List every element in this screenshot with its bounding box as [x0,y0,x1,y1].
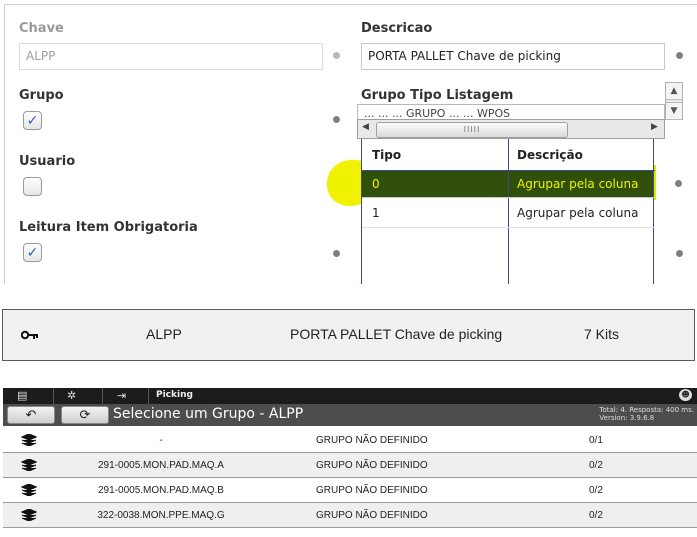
grid-header-descricao[interactable]: Descrição [517,148,583,162]
list-item[interactable]: - GRUPO NÃO DEFINIDO 0/1 [3,428,697,453]
record-row[interactable]: ALPP PORTA PALLET Chave de picking 7 Kit… [2,309,695,361]
user-icon[interactable]: ☻ [679,389,692,401]
grid-header-tipo[interactable]: Tipo [372,148,401,162]
list-item[interactable]: 322-0038.MON.PPE.MAQ.G GRUPO NÃO DEFINID… [3,503,697,528]
item-group: GRUPO NÃO DEFINIDO [316,460,428,471]
item-code: 291-0005.MON.PAD.MAQ.A [98,460,224,471]
horizontal-scrollbar[interactable]: ◀ IIIII ▶ [357,119,665,139]
refresh-icon: ⟳ [79,408,91,423]
item-count: 0/2 [589,510,603,521]
status-total: Total: 4. Resposta: 400 ms. [599,406,694,414]
list-item[interactable]: 291-0005.MON.PAD.MAQ.A GRUPO NÃO DEFINID… [3,453,697,478]
back-button[interactable]: ↶ [7,406,55,424]
grid-row-divider [362,197,655,198]
vertical-scrollbar[interactable]: ▲ ▼ [665,82,683,120]
layers-icon [21,509,37,521]
usuario-checkbox[interactable] [23,177,42,196]
item-code: - [159,435,163,446]
descricao-field[interactable]: PORTA PALLET Chave de picking [361,43,665,70]
descricao-label: Descricao [361,21,433,36]
app-topbar: ▤ ✲ ⇥ Picking ☻ [3,388,697,404]
picking-app: ▤ ✲ ⇥ Picking ☻ ↶ ⟳ Selecione um Grupo -… [3,388,697,537]
scrollbar-thumb[interactable]: IIIII [376,122,568,138]
grid-cell-descricao[interactable]: Agrupar pela coluna [517,177,652,191]
item-group: GRUPO NÃO DEFINIDO [316,435,428,446]
chave-label: Chave [19,21,64,36]
leitura-item-label: Leitura Item Obrigatoria [19,220,198,235]
grupo-tipo-listagem-label: Grupo Tipo Listagem [361,88,514,103]
layers-icon [21,459,37,471]
layers-icon [21,434,37,446]
app-titlebar: ↶ ⟳ Selecione um Grupo - ALPP Total: 4. … [3,404,697,426]
leitura-indicator-dot [333,250,340,257]
scroll-up-icon[interactable]: ▲ [666,83,682,100]
grid-row-divider [362,227,655,228]
item-count: 0/1 [589,435,603,446]
grid-cell-tipo[interactable]: 0 [372,177,380,191]
item-code: 322-0038.MON.PPE.MAQ.G [97,510,225,521]
item-code: 291-0005.MON.PAD.MAQ.B [98,485,224,496]
status-version: Version: 3.9.6.8 [599,414,655,422]
descricao-indicator-dot [676,52,683,59]
grid-header-divider [362,170,655,171]
scroll-right-icon[interactable]: ▶ [651,122,658,132]
chave-indicator-dot [333,52,340,59]
scroll-down-icon[interactable]: ▼ [666,102,682,120]
item-count: 0/2 [589,460,603,471]
chave-field[interactable]: ALPP [19,43,323,70]
topbar-title: Picking [156,390,193,400]
layers-icon [21,484,37,496]
status-info: Total: 4. Resposta: 400 ms. Version: 3.9… [599,406,694,422]
key-icon [21,330,38,340]
leitura-item-checkbox[interactable]: ✓ [23,243,42,262]
item-group: GRUPO NÃO DEFINIDO [316,485,428,496]
screen-title: Selecione um Grupo - ALPP [113,406,304,422]
grupo-label: Grupo [19,88,64,103]
grid-cell-descricao[interactable]: Agrupar pela coluna [517,206,652,220]
grupo-indicator-dot [333,116,340,123]
refresh-button[interactable]: ⟳ [61,406,109,424]
record-kits: 7 Kits [584,326,620,342]
grupo-checkbox[interactable]: ✓ [23,111,42,130]
grid-indicator-dot-1 [675,180,682,187]
tipo-grid: Tipo Descrição 0 Agrupar pela coluna 1 A… [361,139,655,284]
record-descricao: PORTA PALLET Chave de picking [290,326,503,342]
list-item[interactable]: 291-0005.MON.PAD.MAQ.B GRUPO NÃO DEFINID… [3,478,697,503]
grid-indicator-dot-2 [676,250,683,257]
item-count: 0/2 [589,485,603,496]
scroll-left-icon[interactable]: ◀ [362,122,369,132]
list-icon[interactable]: ▤ [17,389,27,402]
grid-column-divider [508,139,509,284]
item-group: GRUPO NÃO DEFINIDO [316,510,428,521]
login-icon[interactable]: ⇥ [117,389,126,402]
usuario-label: Usuario [19,154,76,169]
grid-cell-tipo[interactable]: 1 [372,206,380,220]
record-chave: ALPP [146,326,182,342]
back-icon: ↶ [25,408,37,423]
gear-icon[interactable]: ✲ [67,389,76,402]
